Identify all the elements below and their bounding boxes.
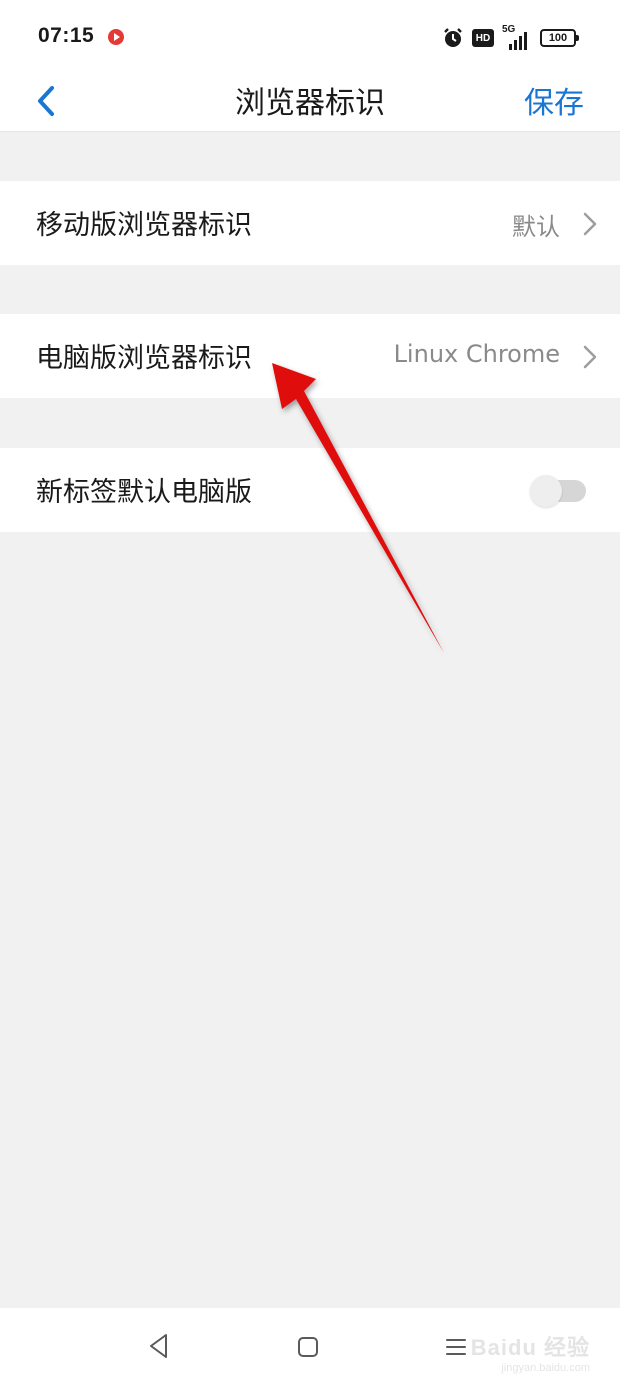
alarm-icon bbox=[444, 28, 462, 47]
nav-menu-icon[interactable] bbox=[444, 1335, 468, 1359]
signal-bars-icon bbox=[509, 32, 527, 50]
notification-app-icon bbox=[108, 29, 124, 45]
nav-header: 浏览器标识 保存 bbox=[0, 70, 620, 132]
watermark-sub: jingyan.baidu.com bbox=[501, 1362, 590, 1374]
item-label: 电脑版浏览器标识 bbox=[36, 343, 252, 374]
chevron-right-icon bbox=[583, 345, 597, 369]
battery-indicator: 100 bbox=[540, 29, 579, 47]
signal-indicator: 5G bbox=[502, 24, 532, 50]
nav-home-icon[interactable] bbox=[296, 1335, 320, 1359]
system-nav-bar: Baidu 经验 jingyan.baidu.com bbox=[0, 1308, 620, 1386]
list-item-pc-ua[interactable]: 电脑版浏览器标识 Linux Chrome bbox=[0, 314, 620, 398]
item-label: 新标签默认电脑版 bbox=[36, 477, 252, 508]
item-label: 移动版浏览器标识 bbox=[36, 210, 252, 241]
newtab-desktop-toggle[interactable] bbox=[530, 475, 586, 507]
status-icons: HD 5G 100 bbox=[442, 24, 579, 52]
list-item-newtab-desktop: 新标签默认电脑版 bbox=[0, 448, 620, 532]
baidu-watermark: Baidu 经验 jingyan.baidu.com bbox=[471, 1330, 590, 1374]
chevron-right-icon bbox=[583, 212, 597, 236]
toggle-knob bbox=[530, 475, 562, 507]
list-item-mobile-ua[interactable]: 移动版浏览器标识 默认 bbox=[0, 181, 620, 265]
status-time: 07:15 bbox=[38, 24, 95, 47]
status-bar: 07:15 HD 5G 100 bbox=[0, 0, 620, 70]
screen: 07:15 HD 5G 100 浏览器标识 保存 移动版浏览器标识 默认 电脑版… bbox=[0, 0, 620, 1386]
item-value: 默认 bbox=[512, 213, 560, 241]
item-value: Linux Chrome bbox=[393, 340, 560, 368]
hd-badge: HD bbox=[472, 29, 494, 47]
nav-back-icon[interactable] bbox=[146, 1332, 172, 1360]
watermark-brand: Baidu 经验 bbox=[470, 1335, 590, 1360]
save-button[interactable]: 保存 bbox=[524, 78, 584, 122]
